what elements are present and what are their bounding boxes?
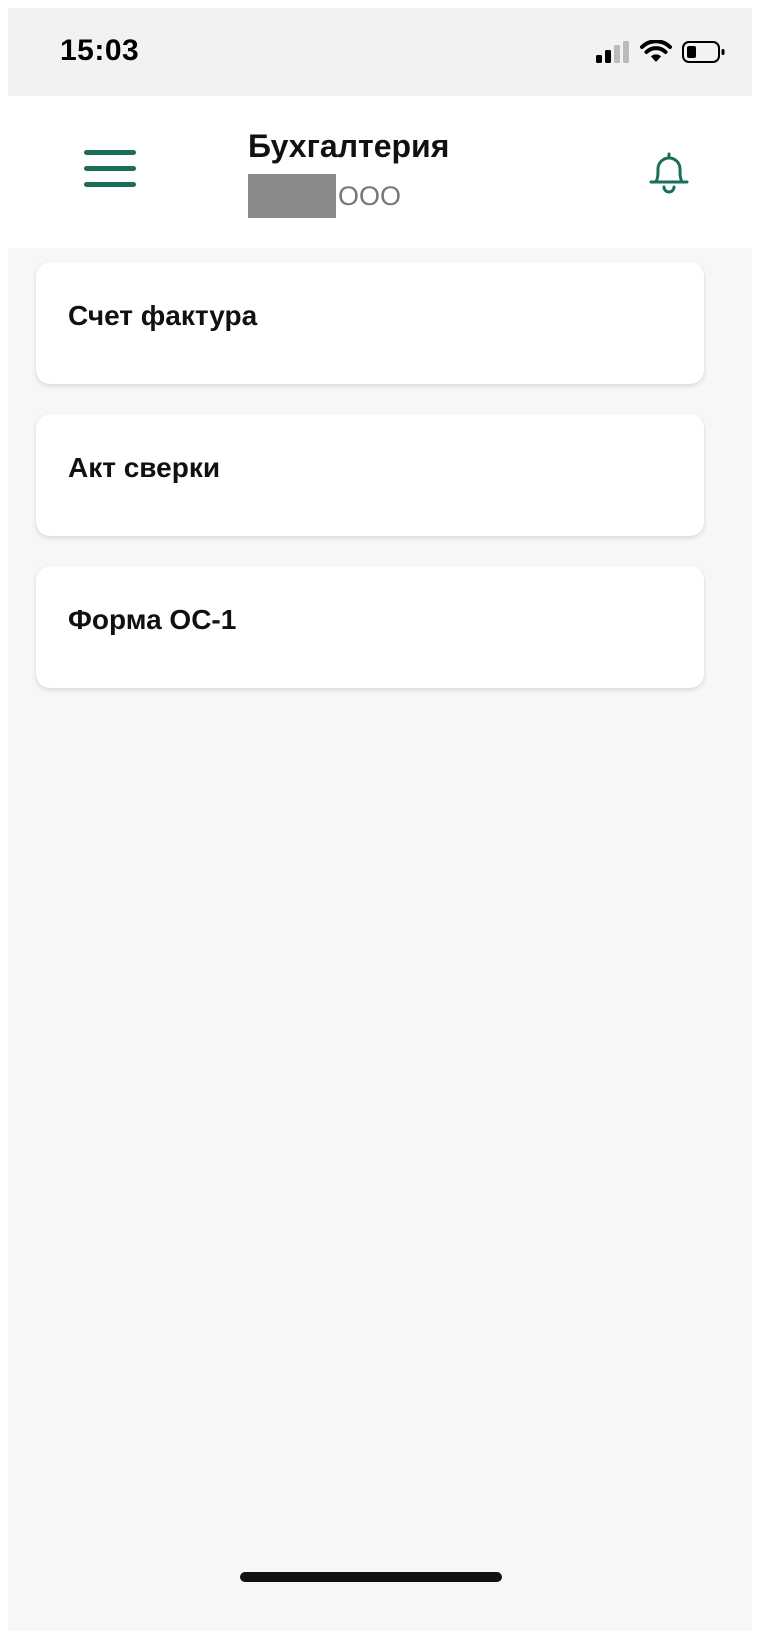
app-header: Бухгалтерия ООО	[8, 96, 752, 248]
status-time: 15:03	[60, 34, 140, 67]
organization-row: ООО	[248, 174, 449, 218]
status-bar: 15:03	[8, 8, 752, 96]
app-screen: 15:03 Бухгалтерия ООО Счет фактура Акт с…	[8, 8, 752, 1631]
menu-button[interactable]	[82, 146, 138, 194]
card-label: Форма ОС-1	[68, 604, 237, 635]
document-list: Счет фактура Акт сверки Форма ОС-1	[36, 262, 704, 718]
home-indicator[interactable]	[240, 1572, 502, 1582]
page-title: Бухгалтерия	[248, 128, 450, 164]
card-invoice[interactable]: Счет фактура	[36, 262, 704, 384]
hamburger-menu-icon	[84, 150, 136, 155]
card-form-os-1[interactable]: Форма ОС-1	[36, 566, 704, 688]
bell-icon	[649, 152, 689, 194]
hamburger-line	[84, 182, 136, 187]
card-label: Акт сверки	[68, 452, 221, 483]
wifi-icon	[640, 40, 672, 62]
organization-name: ООО	[338, 181, 402, 211]
card-label: Счет фактура	[68, 300, 258, 331]
cellular-signal-icon	[596, 41, 629, 63]
hamburger-line	[84, 166, 136, 171]
header-title-block: Бухгалтерия ООО	[248, 126, 449, 218]
status-icons	[596, 38, 726, 66]
redacted-block	[248, 174, 336, 218]
card-reconciliation-act[interactable]: Акт сверки	[36, 414, 704, 536]
notifications-button[interactable]	[644, 148, 694, 198]
battery-icon	[682, 41, 725, 63]
